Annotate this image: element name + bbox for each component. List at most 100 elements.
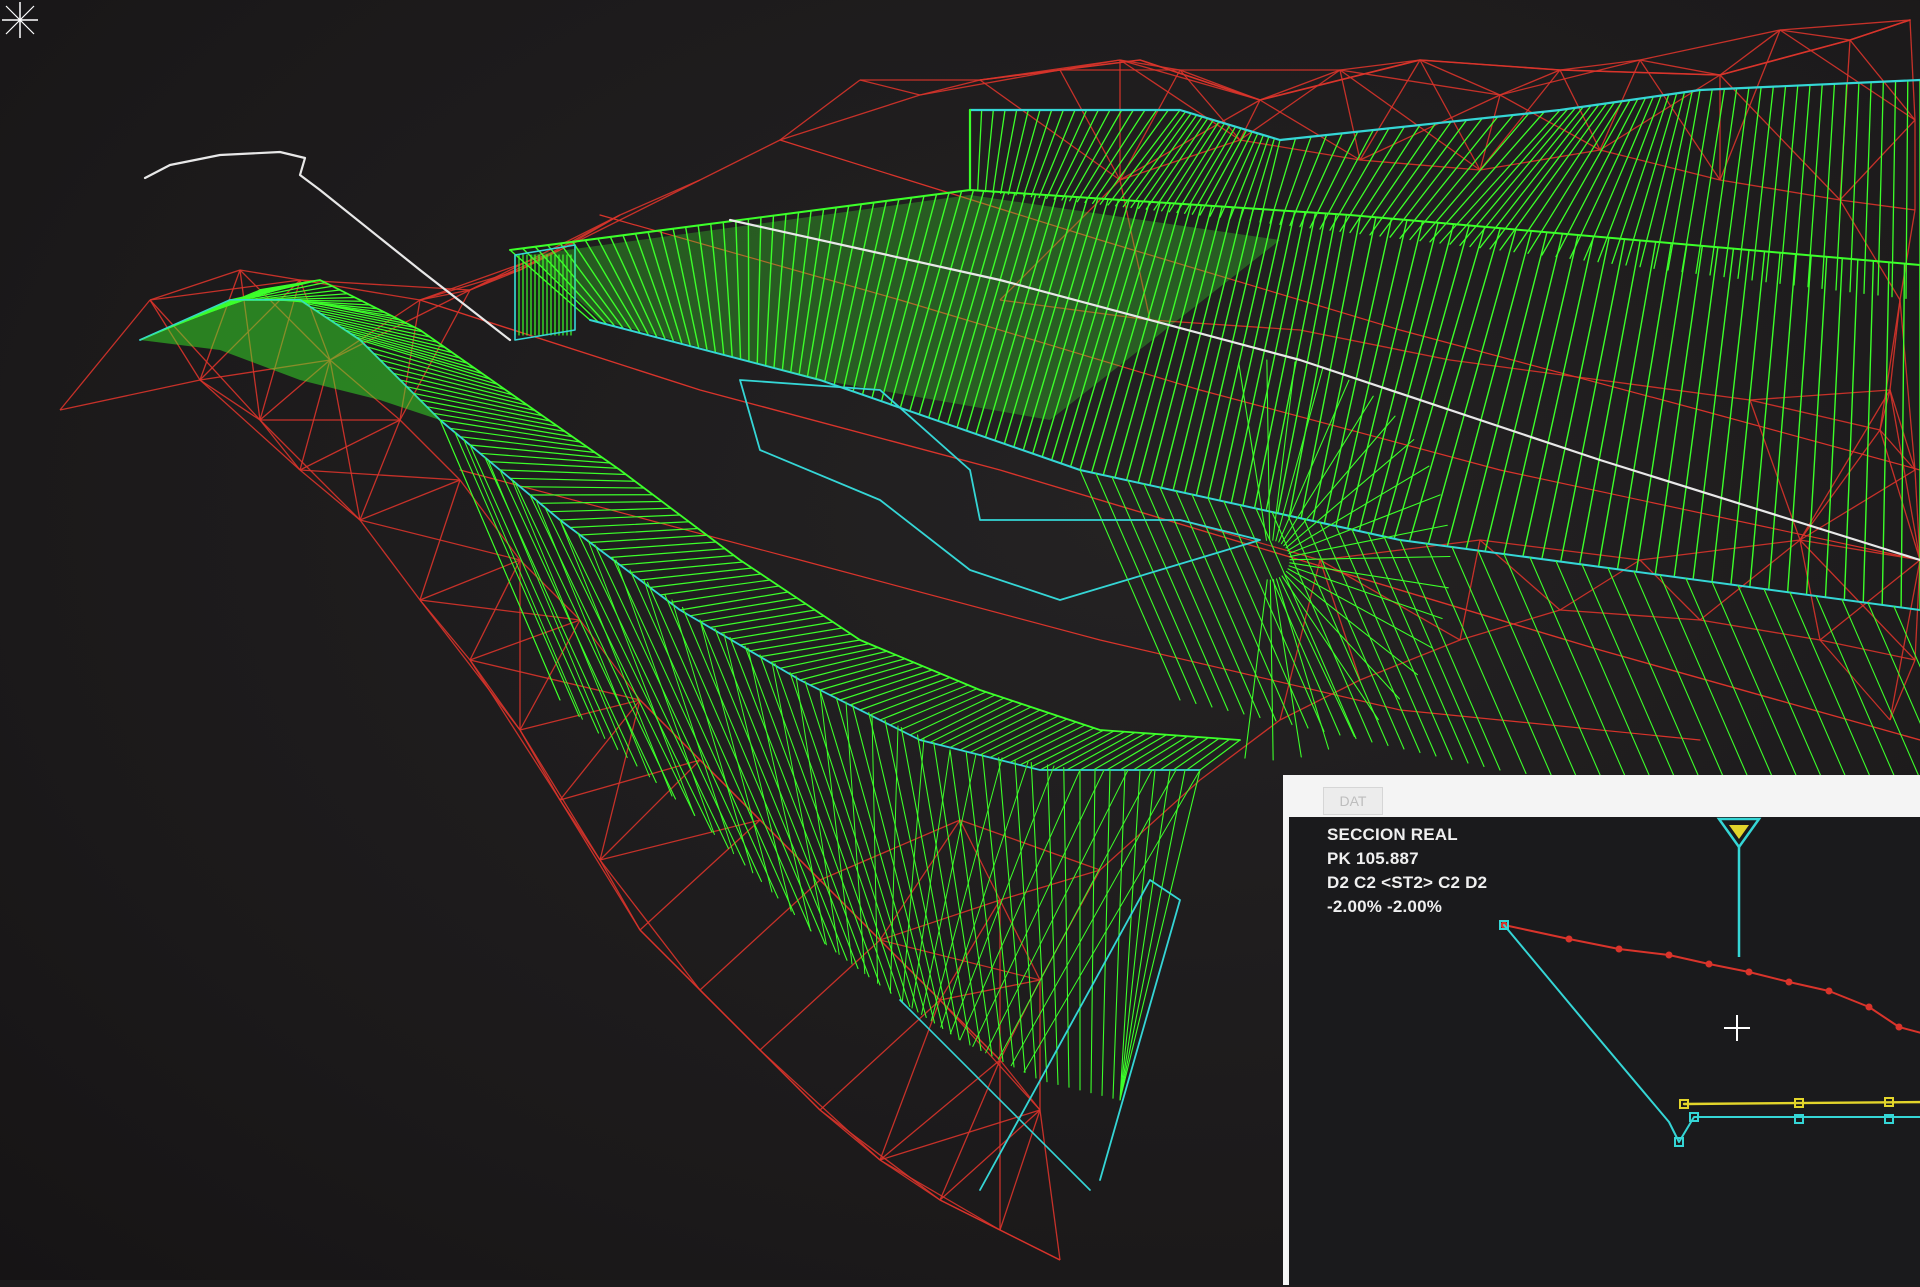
terrain-edge — [1910, 20, 1915, 120]
cross-slope-readout: -2.00% -2.00% — [1327, 897, 1442, 917]
wall-hatch — [1100, 110, 1168, 204]
front-slope-hatch — [1504, 554, 1604, 784]
terrain-edge — [1200, 720, 1280, 780]
ramp-hatch — [1010, 725, 1085, 763]
section-viewer[interactable]: SECCION REAL PK 105.887 D2 C2 <ST2> C2 D… — [1289, 817, 1920, 1285]
ramp-hatch — [1000, 722, 1076, 760]
terrain-edge — [360, 520, 420, 600]
terrain-edge — [520, 730, 600, 860]
terrain-edge — [860, 80, 920, 95]
front-slope-hatch — [1112, 477, 1212, 707]
front-slope-hatch — [1452, 547, 1552, 777]
terrain-edge — [780, 95, 920, 140]
ramp-hatch — [580, 529, 698, 536]
wall-hatch — [1108, 110, 1180, 205]
terrain-edge — [200, 380, 260, 420]
section-terrain-point — [1786, 979, 1793, 986]
wall-hatch — [1177, 125, 1230, 213]
terrain-edge — [150, 270, 240, 300]
terrain-edge — [1280, 560, 1320, 720]
front-slope-hatch — [1686, 579, 1786, 809]
cross-section-window[interactable]: DAT SECCION REAL PK 105.887 D2 C2 <ST2> … — [1283, 775, 1920, 1285]
front-slope-hatch — [1660, 575, 1760, 805]
ramp-hatch — [520, 487, 644, 488]
ramp-hatch — [840, 670, 932, 700]
slope-hatch — [700, 620, 836, 952]
surface-hatch — [1485, 234, 1562, 552]
slope-hatch-cross — [941, 762, 1028, 1027]
front-slope-hatch — [1556, 561, 1656, 791]
terrain-edge — [820, 1000, 940, 1110]
ramp-hatch — [810, 659, 905, 685]
section-terrain-point — [1826, 988, 1833, 995]
ramp-hatch — [550, 508, 671, 511]
slope-hatch — [455, 433, 579, 717]
surface-hatch — [1561, 239, 1625, 562]
ramp-hatch — [650, 574, 761, 588]
slope-hatch — [515, 483, 656, 783]
terrain-edge — [1780, 30, 1850, 40]
ramp-hatch — [970, 713, 1049, 753]
terrain-edge — [940, 1060, 1000, 1200]
section-terrain-point — [1666, 952, 1673, 959]
section-codes: D2 C2 <ST2> C2 D2 — [1327, 873, 1487, 893]
terrain-edge — [1240, 70, 1340, 140]
fan-hatch — [1289, 495, 1440, 554]
wall-hatch — [1514, 102, 1614, 251]
terrain-edge — [1120, 60, 1260, 100]
front-slope-hatch — [1336, 526, 1436, 756]
surface-hatch — [1580, 240, 1641, 564]
ramp-hatch — [1020, 728, 1094, 765]
front-slope-hatch — [1128, 481, 1228, 711]
terrain-edge — [300, 470, 360, 520]
ramp-hatch — [960, 710, 1040, 750]
terrain-edge — [920, 70, 1060, 95]
terrain-edge — [820, 1110, 940, 1200]
window-titlebar[interactable]: DAT — [1287, 775, 1920, 817]
surface-hatch — [1599, 242, 1656, 567]
section-title: SECCION REAL — [1327, 825, 1458, 845]
front-slope-hatch — [1096, 474, 1196, 704]
ramp-hatch — [700, 604, 806, 622]
terrain-edge — [1750, 400, 1880, 430]
slope-hatch — [869, 713, 943, 1029]
terrain-edge — [260, 420, 300, 470]
front-slope-hatch — [1160, 488, 1260, 718]
ramp-hatch — [980, 716, 1058, 755]
slope-hatch — [999, 758, 1025, 1073]
ramp-hatch — [1173, 739, 1219, 771]
terrain-edge — [600, 760, 700, 860]
front-slope-hatch — [1176, 491, 1276, 721]
slope-hatch — [805, 681, 910, 1006]
slope-hatch-cross — [960, 770, 1080, 1040]
terrain-edge — [780, 80, 860, 140]
slope-hatch — [545, 508, 695, 816]
tab-dat[interactable]: DAT — [1323, 787, 1383, 815]
ramp-hatch — [1080, 733, 1146, 770]
terrain-edge — [1840, 120, 1915, 200]
section-terrain-point — [1896, 1024, 1903, 1031]
wall-hatch — [1556, 99, 1638, 257]
front-slope-hatch — [1478, 551, 1578, 781]
terrain-edge — [460, 480, 520, 560]
ramp-hatch — [600, 542, 716, 550]
surface-hatch — [1394, 227, 1485, 539]
front-slope-hatch — [1144, 484, 1244, 714]
fan-hatch — [1282, 576, 1378, 720]
terrain-edge — [1000, 1230, 1060, 1260]
wall-hatch — [1008, 110, 1028, 194]
wall-hatch — [1878, 82, 1883, 295]
terrain-edge — [1480, 540, 1640, 560]
ramp-hatch — [850, 674, 941, 705]
terrain-edge — [300, 420, 400, 470]
wall-hatch — [1230, 135, 1263, 219]
terrain-edge — [600, 860, 640, 930]
terrain-edge — [1640, 540, 1800, 560]
terrain-edge — [560, 760, 700, 800]
ramp-hatch — [510, 478, 635, 481]
terrain-edge — [1000, 900, 1040, 980]
front-slope-hatch — [1582, 565, 1682, 795]
ramp-hatch — [660, 580, 770, 595]
front-slope-hatch — [1384, 537, 1484, 767]
wall-hatch — [1380, 120, 1467, 236]
